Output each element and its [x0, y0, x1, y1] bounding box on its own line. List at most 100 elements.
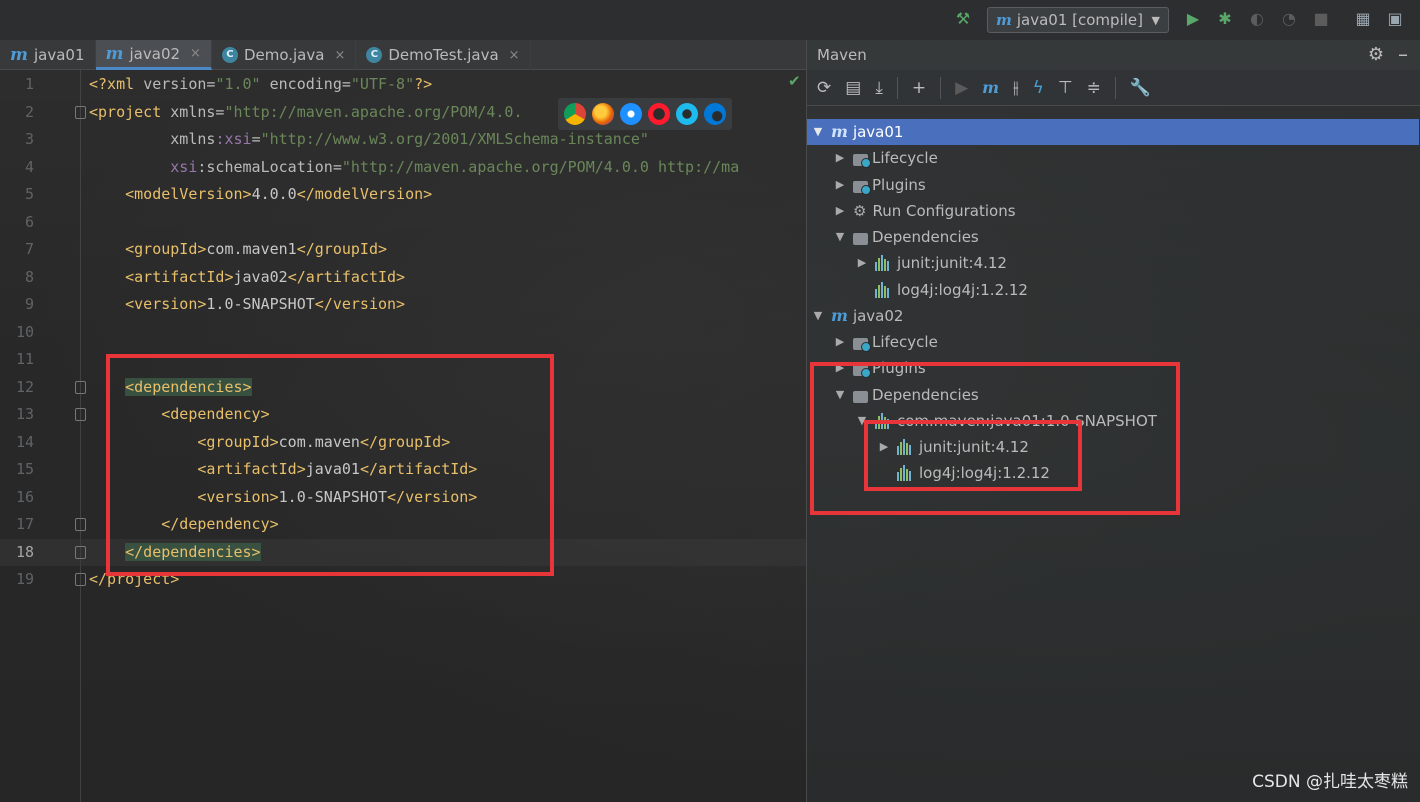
expand-arrow-right-icon[interactable]: ▶: [833, 145, 847, 171]
folder-icon: [853, 153, 871, 168]
run-config-label: java01 [compile]: [1016, 11, 1143, 29]
line-number: 3: [24, 130, 34, 148]
add-icon[interactable]: +: [912, 78, 926, 98]
code-line[interactable]: 2 <project xmlns="http://maven.apache.org…: [0, 99, 806, 126]
expand-arrow-right-icon[interactable]: ▶: [833, 198, 847, 224]
maven-icon: m: [10, 45, 28, 65]
main-toolbar: ⚒ m java01 [compile] ▼ ▶ ✱ ◐ ◔ ■ ▦ ▣: [0, 0, 1420, 40]
fold-marker-icon[interactable]: [75, 573, 86, 586]
run-configuration-select[interactable]: m java01 [compile] ▼: [987, 7, 1169, 33]
tree-node[interactable]: ▼ m java01: [807, 119, 1419, 145]
code-token: com.maven1: [206, 240, 297, 258]
code-token: "http://maven.apache.org/POM/4.0.0 http:…: [341, 157, 740, 176]
code-line[interactable]: 9 <version>1.0-SNAPSHOT</version>: [0, 291, 806, 318]
fold-marker-icon[interactable]: [75, 408, 86, 421]
toggle-offline-icon[interactable]: ⫲: [1013, 78, 1019, 98]
tab-1[interactable]: m java02 ×: [95, 40, 212, 70]
project-structure-icon[interactable]: ▦: [1352, 8, 1374, 30]
close-icon[interactable]: ×: [334, 48, 345, 63]
debug-bug-icon[interactable]: ✱: [1214, 8, 1236, 30]
tree-node[interactable]: ▶ ⚙ Run Configurations: [807, 198, 1419, 224]
toolbar-separator: [1114, 76, 1116, 99]
tree-node[interactable]: log4j:log4j:1.2.12: [807, 277, 1419, 303]
code-text: <artifactId>java02</artifactId>: [89, 264, 405, 291]
expand-arrow-right-icon[interactable]: ▶: [833, 172, 847, 198]
wrench-icon[interactable]: 🔧: [1130, 78, 1151, 98]
line-number: 12: [15, 377, 34, 396]
code-text: <groupId>com.maven1</groupId>: [89, 236, 387, 263]
tab-3[interactable]: C DemoTest.java ×: [356, 40, 531, 70]
tree-node-label: java02: [852, 307, 904, 325]
execute-goal-icon[interactable]: m: [982, 78, 999, 97]
maven-icon: m: [105, 43, 124, 64]
fold-marker-icon[interactable]: [75, 518, 86, 531]
tab-label: DemoTest.java: [388, 46, 499, 64]
fold-marker-icon[interactable]: [75, 380, 86, 394]
show-dependencies-icon[interactable]: ⊤: [1058, 78, 1073, 98]
reload-icon[interactable]: ⟳: [817, 78, 831, 98]
tree-node-label: Dependencies: [872, 228, 979, 246]
expand-arrow-down-icon[interactable]: ▼: [833, 224, 847, 250]
terminal-icon[interactable]: ▣: [1384, 8, 1406, 30]
code-line[interactable]: 8 <artifactId>java02</artifactId>: [0, 264, 806, 291]
code-token: version=: [143, 75, 216, 93]
code-token: java02: [233, 267, 288, 286]
stop-icon[interactable]: ■: [1310, 8, 1332, 30]
gear-icon[interactable]: ⚙: [1368, 44, 1384, 65]
tree-node[interactable]: ▶ Lifecycle: [807, 145, 1419, 171]
close-icon[interactable]: ×: [509, 48, 520, 63]
code-token: "http://www.w3.org/2001/XMLSchema-instan…: [260, 130, 649, 148]
profile-icon[interactable]: ◔: [1278, 8, 1300, 30]
tree-node[interactable]: ▼ Dependencies: [807, 224, 1419, 250]
code-token: xmlns: [170, 130, 216, 148]
collapse-all-icon[interactable]: ≑: [1087, 78, 1101, 98]
tab-0[interactable]: m java01: [0, 40, 96, 70]
code-token: <version>: [125, 295, 207, 313]
maven-header: Maven ⚙ –: [807, 40, 1420, 70]
tree-node[interactable]: ▶ junit:junit:4.12: [807, 250, 1419, 276]
tree-node-label: Plugins: [872, 176, 926, 194]
tree-node-label: Run Configurations: [872, 202, 1016, 220]
code-line[interactable]: 6: [0, 209, 806, 236]
tree-node[interactable]: ▶ Plugins: [807, 172, 1419, 198]
download-icon[interactable]: ⤓: [875, 78, 883, 98]
tree-node-label: Lifecycle: [872, 333, 938, 351]
line-number: 17: [15, 515, 34, 533]
line-number: 11: [15, 350, 34, 368]
expand-arrow-down-icon[interactable]: ▼: [811, 119, 825, 145]
run-icon[interactable]: ▶: [1182, 8, 1204, 30]
tree-node[interactable]: ▶ Lifecycle: [807, 329, 1419, 355]
run-goal-icon[interactable]: ▶: [955, 78, 968, 98]
code-line[interactable]: 5 <modelVersion>4.0.0</modelVersion>: [0, 181, 806, 208]
code-token: :xsi: [215, 130, 252, 148]
build-hammer-icon[interactable]: ⚒: [952, 8, 974, 30]
tree-node[interactable]: ▼ m java02: [807, 303, 1419, 329]
coverage-icon[interactable]: ◐: [1246, 8, 1268, 30]
skip-tests-icon[interactable]: ϟ: [1033, 78, 1044, 98]
fold-marker-icon[interactable]: [75, 545, 86, 559]
hide-icon[interactable]: –: [1398, 42, 1408, 66]
line-number: 2: [24, 102, 34, 121]
maven-icon: m: [996, 11, 1012, 29]
line-number: 19: [15, 570, 34, 588]
code-line[interactable]: 7 <groupId>com.maven1</groupId>: [0, 236, 806, 263]
tab-2[interactable]: C Demo.java ×: [212, 40, 357, 70]
line-number: 18: [15, 542, 34, 561]
line-number: 7: [24, 240, 34, 258]
library-icon: [875, 255, 893, 271]
toolbar-separator: [940, 76, 942, 99]
expand-arrow-right-icon[interactable]: ▶: [855, 250, 869, 276]
generate-sources-icon[interactable]: ▤: [845, 78, 861, 98]
fold-marker-icon[interactable]: [75, 105, 86, 119]
code-line[interactable]: 4 xsi:schemaLocation="http://maven.apach…: [0, 154, 806, 181]
expand-arrow-down-icon[interactable]: ▼: [811, 303, 825, 329]
close-icon[interactable]: ×: [190, 46, 201, 61]
expand-arrow-right-icon[interactable]: ▶: [833, 329, 847, 355]
code-token: </version>: [314, 295, 406, 313]
dependencies-folder-icon: [853, 232, 868, 245]
code-line[interactable]: 10: [0, 319, 806, 346]
code-line[interactable]: 3 xmlns:xsi="http://www.w3.org/2001/XMLS…: [0, 126, 806, 153]
code-line[interactable]: 1 <?xml version="1.0" encoding="UTF-8"?>: [0, 71, 806, 98]
code-token: "1.0": [215, 75, 261, 93]
